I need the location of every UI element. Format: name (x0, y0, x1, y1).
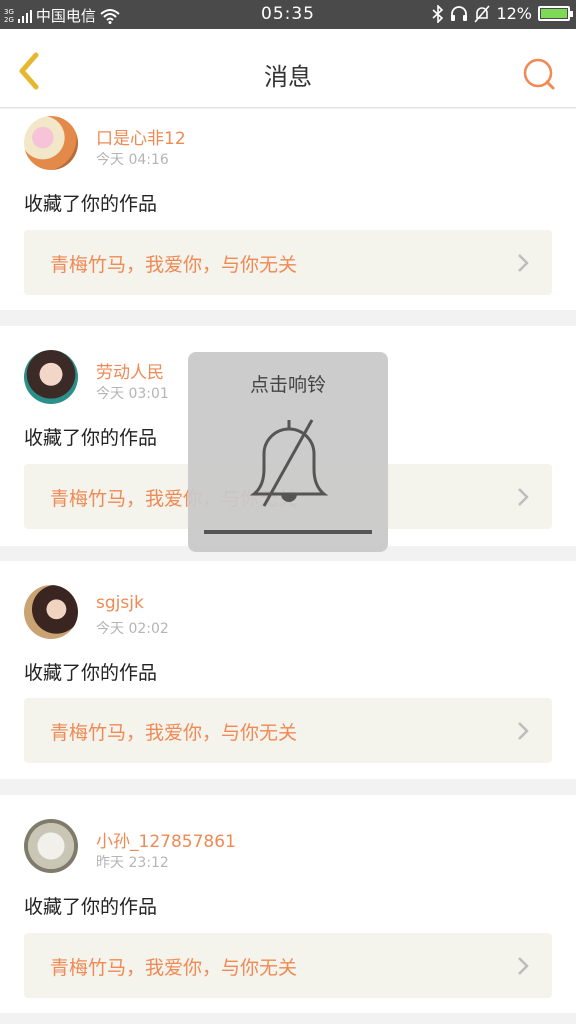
chevron-right-icon (518, 488, 529, 506)
bluetooth-icon (432, 4, 444, 23)
page-title: 消息 (264, 63, 312, 91)
avatar[interactable] (24, 585, 78, 639)
battery-percent: 12% (496, 4, 532, 23)
work-title: 青梅竹马，我爱你，与你无关 (50, 254, 298, 276)
message-action: 收藏了你的作品 (24, 427, 158, 449)
message-action: 收藏了你的作品 (24, 896, 158, 918)
chevron-right-icon (518, 957, 529, 975)
work-link[interactable]: 青梅竹马，我爱你，与你无关 (24, 698, 552, 763)
status-bar: 3G 2G 中国电信 05:35 12% (0, 0, 576, 29)
search-icon[interactable] (522, 57, 556, 91)
message-action: 收藏了你的作品 (24, 193, 158, 215)
username[interactable]: 劳动人民 (96, 358, 164, 383)
toast-divider (204, 530, 372, 534)
message-time: 昨天 23:12 (96, 855, 169, 871)
chevron-right-icon (518, 254, 529, 272)
work-title: 青梅竹马，我爱你，与你无关 (50, 722, 298, 744)
toast-label: 点击响铃 (249, 374, 326, 396)
message-time: 今天 04:16 (96, 152, 169, 168)
message-time: 今天 03:01 (96, 386, 169, 402)
message-action: 收藏了你的作品 (24, 662, 158, 684)
username[interactable]: 口是心非12 (96, 124, 186, 149)
status-right: 12% (432, 4, 573, 23)
work-link[interactable]: 青梅竹马，我爱你，与你无关 (24, 230, 552, 295)
message-card: 口是心非12 今天 04:16 收藏了你的作品 青梅竹马，我爱你，与你无关 (0, 109, 576, 310)
avatar[interactable] (24, 350, 78, 404)
avatar[interactable] (24, 116, 78, 170)
ring-toast: 点击响铃 (188, 352, 388, 552)
username[interactable]: 小孙_127857861 (96, 827, 236, 852)
bell-off-icon (249, 419, 329, 507)
app-header: 消息 (0, 29, 576, 108)
chevron-right-icon (518, 722, 529, 740)
work-title: 青梅竹马，我爱你，与你无关 (50, 957, 298, 979)
work-link[interactable]: 青梅竹马，我爱你，与你无关 (24, 933, 552, 998)
message-card: 小孙_127857861 昨天 23:12 收藏了你的作品 青梅竹马，我爱你，与… (0, 795, 576, 1013)
bell-off-icon (474, 4, 491, 23)
headset-icon (451, 5, 468, 21)
message-card: sgjsjk 今天 02:02 收藏了你的作品 青梅竹马，我爱你，与你无关 (0, 561, 576, 779)
battery-icon (538, 6, 573, 21)
message-time: 今天 02:02 (96, 621, 169, 637)
avatar[interactable] (24, 819, 78, 873)
username[interactable]: sgjsjk (96, 593, 144, 613)
